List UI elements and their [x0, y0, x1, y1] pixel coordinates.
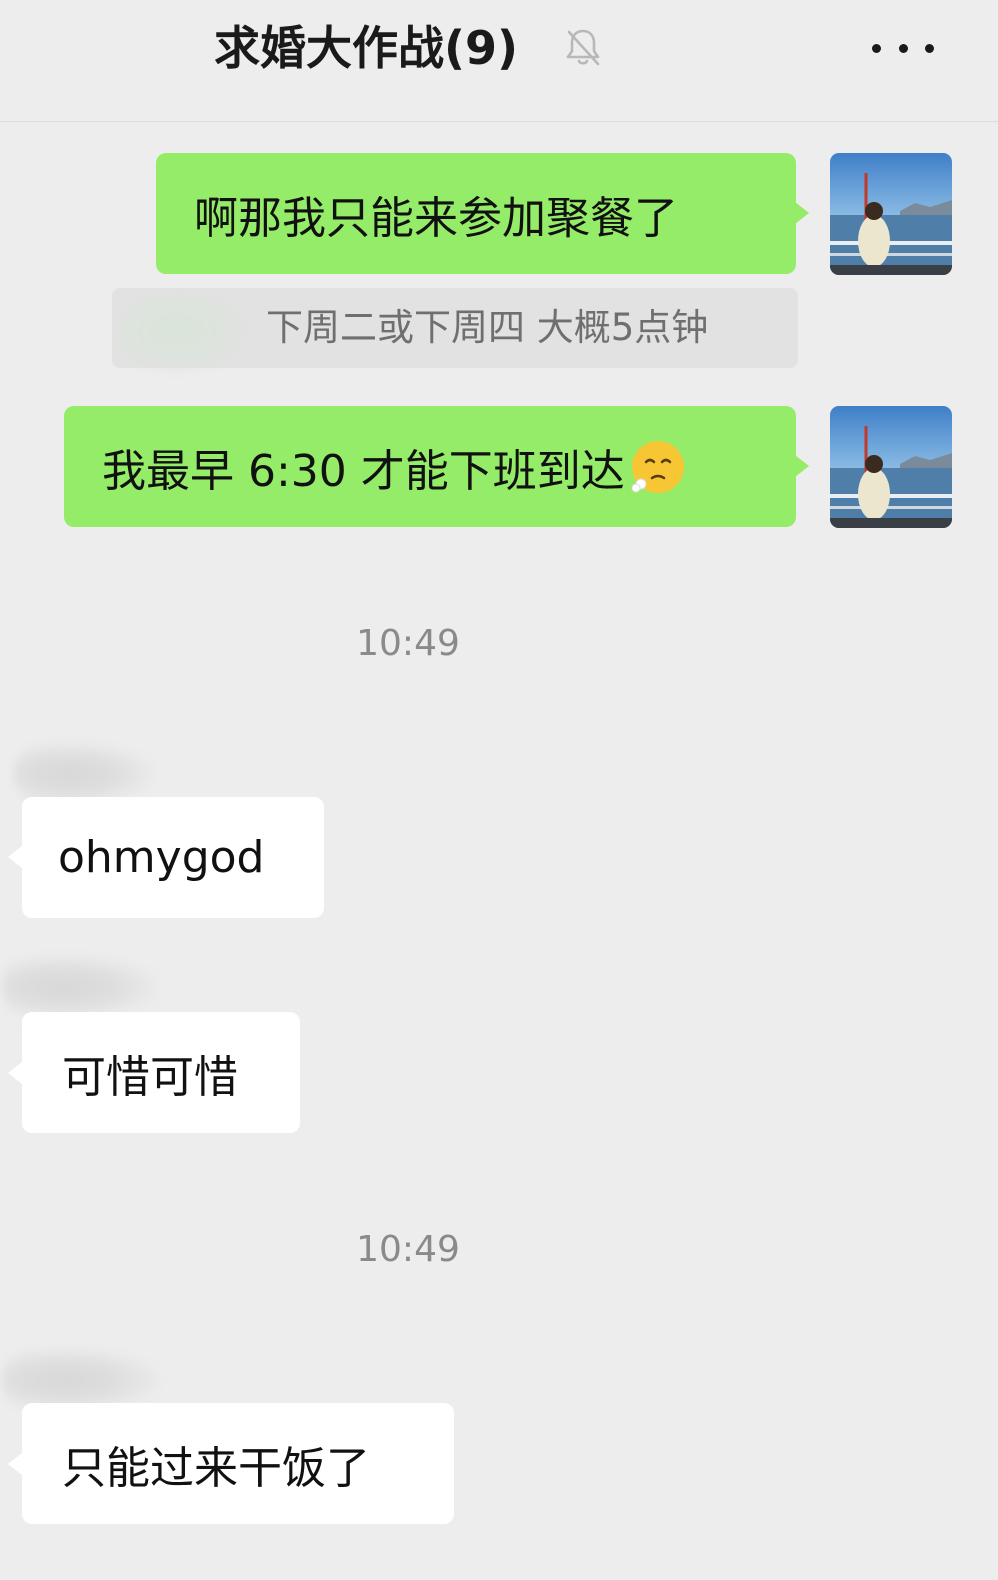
- face-exhaling-emoji-icon: [629, 438, 687, 496]
- bubble-tail: [8, 1453, 22, 1475]
- quoted-reply-text: 下周二或下周四 大概5点钟: [266, 306, 709, 349]
- chat-title[interactable]: 求婚大作战(9): [214, 16, 518, 80]
- message-timestamp: 10:49: [356, 1229, 460, 1270]
- message-text: ohmygod: [58, 832, 265, 883]
- my-avatar[interactable]: [830, 406, 952, 528]
- more-dot-icon: [872, 43, 881, 53]
- received-message-bubble[interactable]: 只能过来干饭了: [22, 1403, 454, 1524]
- message-text: 可惜可惜: [62, 1051, 238, 1103]
- more-options-button[interactable]: [868, 26, 938, 70]
- my-avatar[interactable]: [830, 153, 952, 275]
- message-text: 只能过来干饭了: [62, 1442, 370, 1494]
- message-text: 我最早 6:30 才能下班到达: [102, 445, 625, 497]
- more-dot-icon: [898, 43, 908, 53]
- message-text: 啊那我只能来参加聚餐了: [194, 192, 678, 244]
- blurred-sender-name: [118, 294, 250, 374]
- sent-message-bubble[interactable]: 我最早 6:30 才能下班到达: [64, 406, 796, 527]
- bubble-tail: [8, 1062, 22, 1084]
- received-message-bubble[interactable]: ohmygod: [22, 797, 324, 918]
- bubble-tail: [795, 202, 809, 224]
- bubble-tail: [795, 455, 809, 477]
- message-timestamp: 10:49: [356, 623, 460, 664]
- bell-slash-icon: [560, 24, 606, 70]
- more-dot-icon: [925, 43, 934, 53]
- sent-message-bubble[interactable]: 啊那我只能来参加聚餐了: [156, 153, 796, 274]
- received-message-bubble[interactable]: 可惜可惜: [22, 1012, 300, 1133]
- blurred-sender-name: [2, 955, 158, 1019]
- bubble-tail: [8, 846, 22, 868]
